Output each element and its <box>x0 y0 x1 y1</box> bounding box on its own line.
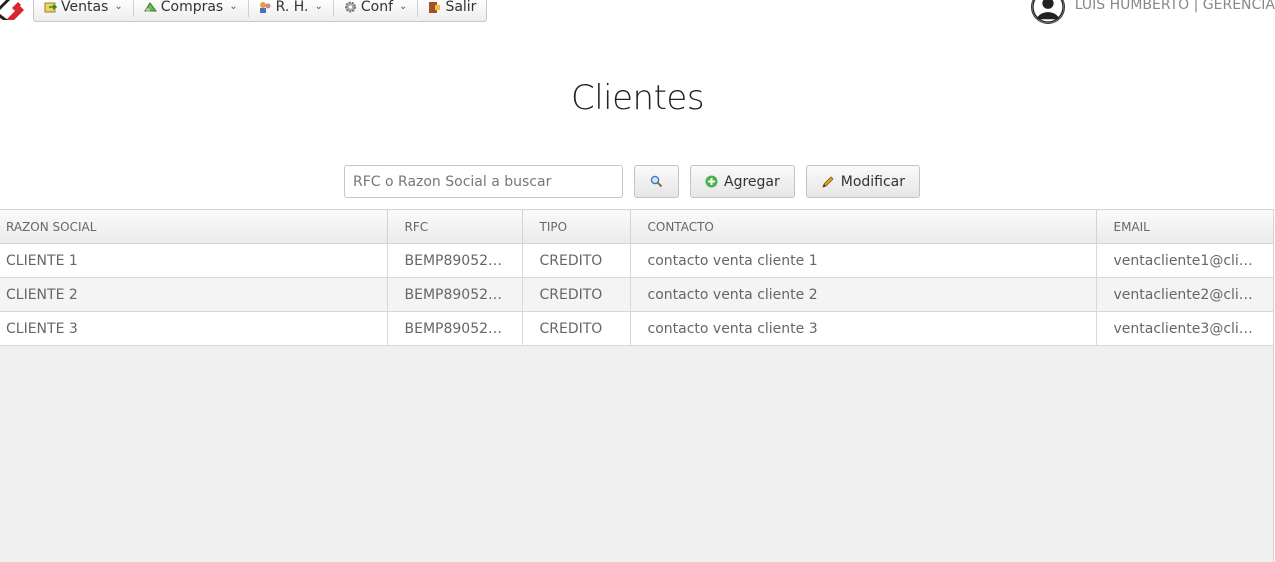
search-toolbar: Agregar Modificar <box>344 165 921 198</box>
menu-rh[interactable]: R. H. ⌄ <box>249 0 334 17</box>
chevron-down-icon: ⌄ <box>114 1 123 12</box>
cell-tipo: CREDITO <box>522 277 631 312</box>
app-logo <box>0 0 24 20</box>
search-icon <box>650 175 663 188</box>
clients-table: RAZON SOCIAL RFC TIPO CONTACTO EMAIL CLI… <box>0 210 1273 346</box>
table-row[interactable]: CLIENTE 3 BEMP890527... CREDITO contacto… <box>0 311 1273 346</box>
cell-email: ventacliente3@client... <box>1096 311 1273 346</box>
cell-email: ventacliente2@client... <box>1096 277 1273 312</box>
user-avatar-icon <box>1030 0 1065 24</box>
pencil-icon <box>822 175 834 188</box>
column-header-rfc[interactable]: RFC <box>387 210 523 244</box>
column-header-email[interactable]: EMAIL <box>1096 210 1273 244</box>
search-button[interactable] <box>634 165 679 198</box>
exit-icon <box>429 1 441 13</box>
cell-tipo: CREDITO <box>522 311 631 346</box>
menu-rh-label: R. H. <box>275 0 309 15</box>
page-title: Clientes <box>570 78 705 118</box>
cell-contacto: contacto venta cliente 3 <box>630 311 1097 346</box>
cell-razon-social: CLIENTE 2 <box>0 277 388 312</box>
gear-icon <box>344 1 356 12</box>
chevron-down-icon: ⌄ <box>229 1 238 12</box>
column-header-contacto[interactable]: CONTACTO <box>630 210 1097 244</box>
menu-ventas-label: Ventas <box>61 0 109 15</box>
table-header-row: RAZON SOCIAL RFC TIPO CONTACTO EMAIL <box>0 210 1273 244</box>
user-name: LUIS HUMBERTO | GERENCIA <box>1074 0 1275 13</box>
add-button[interactable]: Agregar <box>690 165 795 198</box>
menu-compras[interactable]: Compras ⌄ <box>134 0 249 17</box>
modify-button-label: Modificar <box>840 173 906 190</box>
column-header-tipo[interactable]: TIPO <box>522 210 631 244</box>
menu-compras-label: Compras <box>160 0 224 15</box>
cell-contacto: contacto venta cliente 2 <box>630 277 1097 312</box>
cell-email: ventacliente1@client... <box>1096 243 1273 278</box>
modify-button[interactable]: Modificar <box>805 165 921 198</box>
add-icon <box>705 175 718 188</box>
cell-tipo: CREDITO <box>522 243 631 278</box>
table-row[interactable]: CLIENTE 2 BEMP890527... CREDITO contacto… <box>0 277 1273 312</box>
menu-conf-label: Conf <box>360 0 394 15</box>
column-header-razon-social[interactable]: RAZON SOCIAL <box>0 210 388 244</box>
cell-rfc: BEMP890527... <box>387 311 523 346</box>
cell-rfc: BEMP890527... <box>387 277 523 312</box>
cell-rfc: BEMP890527... <box>387 243 523 278</box>
compras-icon <box>143 1 157 12</box>
ventas-icon <box>44 2 57 12</box>
chevron-down-icon: ⌄ <box>314 1 323 12</box>
menu-salir[interactable]: Salir <box>418 0 486 17</box>
menu-conf[interactable]: Conf ⌄ <box>334 0 419 17</box>
rh-icon <box>259 1 271 13</box>
cell-contacto: contacto venta cliente 1 <box>630 243 1097 278</box>
user-info[interactable]: LUIS HUMBERTO | GERENCIA <box>1030 0 1275 24</box>
menu-ventas[interactable]: Ventas ⌄ <box>34 0 134 17</box>
menu-salir-label: Salir <box>445 0 477 15</box>
clients-grid: RAZON SOCIAL RFC TIPO CONTACTO EMAIL CLI… <box>0 209 1274 562</box>
search-input[interactable] <box>344 165 623 198</box>
cell-razon-social: CLIENTE 3 <box>0 311 388 346</box>
main-menu: Ventas ⌄ Compras ⌄ R. H. ⌄ Conf ⌄ Salir <box>33 0 488 22</box>
cell-razon-social: CLIENTE 1 <box>0 243 388 278</box>
table-row[interactable]: CLIENTE 1 BEMP890527... CREDITO contacto… <box>0 243 1273 278</box>
chevron-down-icon: ⌄ <box>399 1 408 12</box>
add-button-label: Agregar <box>724 173 780 190</box>
